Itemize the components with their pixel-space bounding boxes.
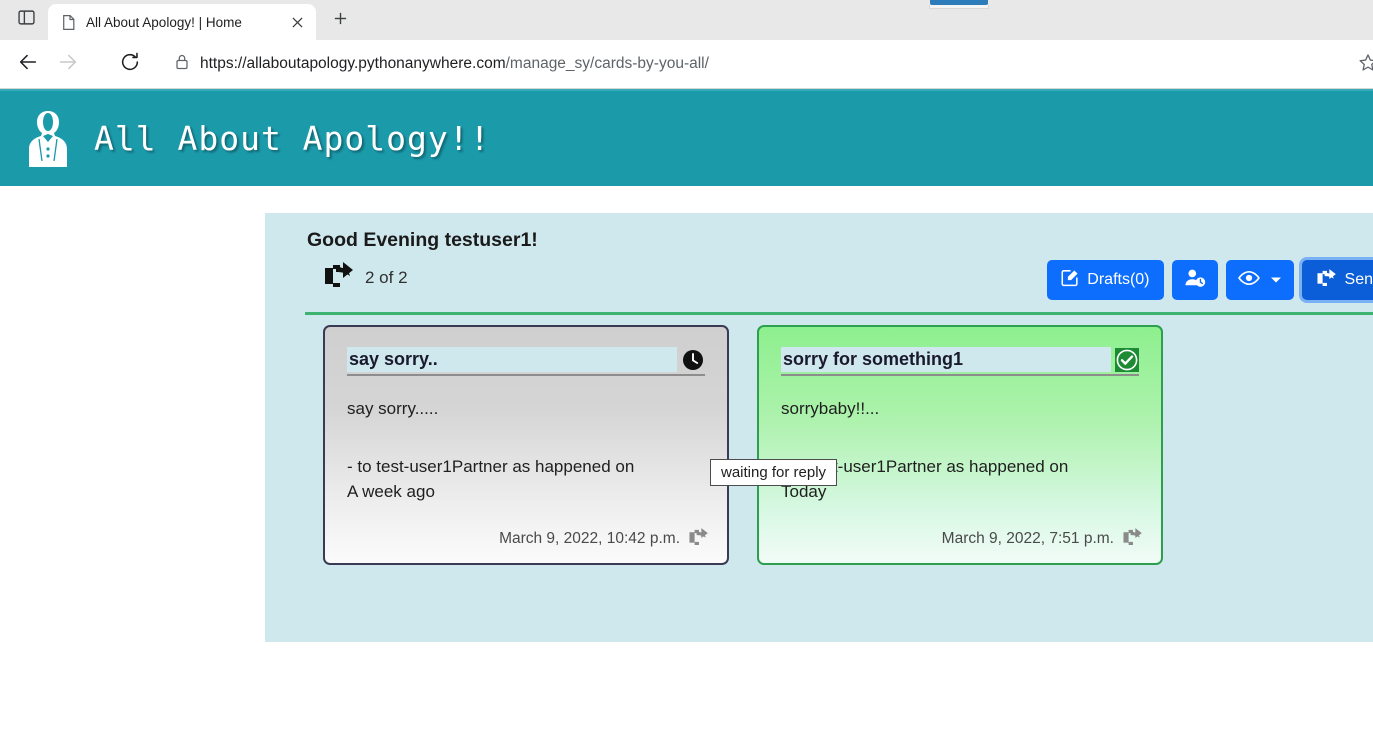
card-footer: March 9, 2022, 10:42 p.m. — [499, 527, 709, 551]
reload-button[interactable] — [112, 46, 148, 82]
site-header: All About Apology!! — [0, 89, 1373, 186]
forward-button[interactable] — [50, 46, 86, 82]
eye-icon — [1237, 270, 1260, 291]
card-timestamp: March 9, 2022, 7:51 p.m. — [941, 530, 1114, 547]
card-title: sorry for something1 — [781, 347, 1111, 372]
cards-row: say sorry.. say sorry..... - to test-use… — [305, 325, 1373, 565]
close-icon[interactable] — [286, 11, 308, 33]
browser-window: All About Apology! | Home https://allabo… — [0, 0, 1373, 737]
share-forward-icon — [323, 260, 355, 295]
share-forward-icon[interactable] — [1122, 527, 1143, 551]
share-forward-icon[interactable] — [688, 527, 709, 551]
apology-person-logo-icon — [22, 109, 74, 169]
chevron-down-icon — [1270, 271, 1282, 289]
reload-icon — [119, 51, 141, 78]
new-tab-button[interactable] — [324, 5, 356, 37]
tab-list-button[interactable] — [6, 3, 46, 37]
card-title-row: say sorry.. — [347, 347, 705, 376]
card-meta: - to test-user1Partner as happened on A … — [347, 455, 705, 504]
plus-icon — [333, 11, 348, 31]
forward-arrow-icon — [57, 51, 79, 78]
drafts-button[interactable]: Drafts(0) — [1047, 260, 1164, 300]
tab-strip: All About Apology! | Home — [0, 0, 1373, 40]
back-arrow-icon — [17, 51, 39, 78]
lock-icon — [174, 53, 190, 76]
toolbar-row: 2 of 2 Drafts(0) Sen — [305, 256, 1373, 310]
star-icon[interactable] — [1357, 52, 1373, 79]
sent-card-item[interactable]: say sorry.. say sorry..... - to test-use… — [323, 325, 729, 565]
back-button[interactable] — [10, 46, 46, 82]
card-timestamp: March 9, 2022, 10:42 p.m. — [499, 530, 680, 547]
address-bar[interactable]: https://allaboutapology.pythonanywhere.c… — [162, 47, 1373, 81]
received-button[interactable] — [1171, 260, 1218, 300]
card-title: say sorry.. — [347, 347, 677, 372]
user-clock-icon — [1184, 268, 1206, 293]
card-count-group: 2 of 2 — [323, 260, 408, 295]
edit-square-icon — [1061, 269, 1079, 292]
sent-card-item[interactable]: sorry for something1 sorrybaby!!... - to… — [757, 325, 1163, 565]
tab-list-icon — [17, 9, 35, 31]
card-body: say sorry..... — [347, 399, 439, 418]
check-circle-icon[interactable] — [1115, 347, 1139, 372]
card-meta-line1: - to test-user1Partner as happened on — [347, 457, 635, 477]
url-text: https://allaboutapology.pythonanywhere.c… — [200, 55, 709, 73]
page-icon — [60, 14, 77, 31]
tab-drag-indicator-body — [929, 5, 989, 9]
view-dropdown-button[interactable] — [1225, 260, 1294, 300]
url-host: https://allaboutapology.pythonanywhere.c… — [200, 55, 506, 72]
drafts-button-label: Drafts(0) — [1087, 271, 1150, 288]
page-content: All About Apology!! Good Evening testuse… — [0, 89, 1373, 737]
clock-icon[interactable] — [681, 348, 705, 372]
sent-cards-button[interactable]: Sent cards — [1301, 260, 1373, 300]
section-divider — [305, 312, 1373, 315]
greeting-text: Good Evening testuser1! — [307, 229, 538, 251]
share-forward-icon — [1316, 268, 1337, 292]
status-tooltip: waiting for reply — [710, 459, 838, 486]
action-button-group: Drafts(0) Sen — [1047, 260, 1373, 300]
card-body: sorrybaby!!... — [781, 399, 880, 418]
browser-tab[interactable]: All About Apology! | Home — [48, 4, 316, 40]
card-meta-line2: A week ago — [347, 481, 435, 501]
site-title: All About Apology!! — [94, 119, 491, 158]
tab-title: All About Apology! | Home — [86, 14, 242, 30]
url-path: /manage_sy/cards-by-you-all/ — [505, 55, 709, 72]
sent-cards-button-label: Sent cards — [1344, 271, 1373, 288]
card-title-row: sorry for something1 — [781, 347, 1139, 376]
card-footer: March 9, 2022, 7:51 p.m. — [942, 527, 1143, 551]
card-count-text: 2 of 2 — [365, 267, 408, 287]
content-panel: Good Evening testuser1! 2 of 2 Drafts(0)… — [265, 213, 1373, 642]
navigation-bar: https://allaboutapology.pythonanywhere.c… — [0, 40, 1373, 88]
